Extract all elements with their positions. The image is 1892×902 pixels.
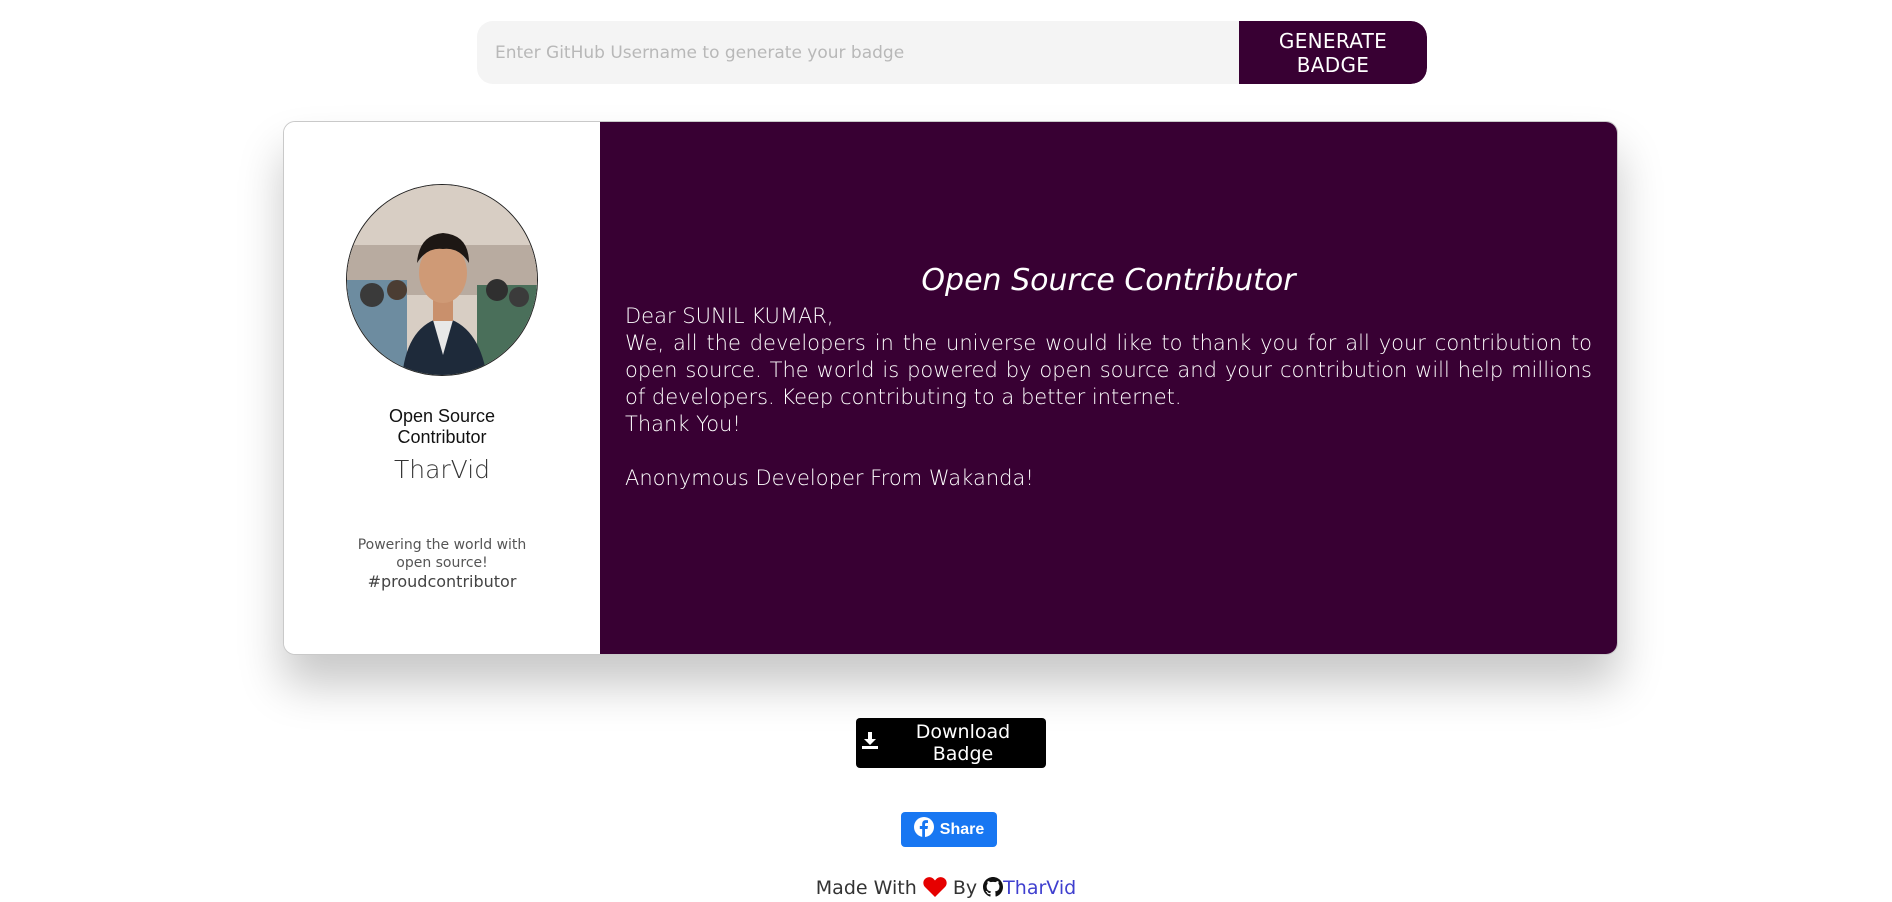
github-icon xyxy=(983,877,1004,902)
thank-you-letter: Dear SUNIL KUMAR, We, all the developers… xyxy=(625,303,1592,492)
search-bar: GENERATE BADGE xyxy=(477,21,1427,84)
share-label: Share xyxy=(939,820,985,838)
contributor-username: TharVid xyxy=(393,455,491,484)
letter-body: We, all the developers in the universe w… xyxy=(625,331,1592,409)
heart-icon xyxy=(923,876,947,902)
badge-right-panel: Open Source Contributor Dear SUNIL KUMAR… xyxy=(600,122,1617,654)
generate-badge-button[interactable]: GENERATE BADGE xyxy=(1239,21,1427,84)
author-link[interactable]: TharVid xyxy=(1003,877,1076,899)
footer: Made With By TharVid xyxy=(0,876,1892,902)
download-badge-button[interactable]: Download Badge xyxy=(856,718,1046,768)
facebook-icon xyxy=(913,817,934,842)
letter-greeting: Dear SUNIL KUMAR, xyxy=(625,304,834,328)
badge-card: Open Source Contributor TharVid Powering… xyxy=(283,121,1618,655)
right-badge-title: Open Source Contributor xyxy=(921,263,1296,298)
download-label: Download Badge xyxy=(915,721,1011,765)
avatar xyxy=(346,184,538,376)
left-badge-title: Open Source Contributor xyxy=(388,406,496,447)
footer-by: By xyxy=(952,877,978,899)
letter-signoff: Anonymous Developer From Wakanda! xyxy=(625,466,1034,490)
letter-thanks: Thank You! xyxy=(625,412,741,436)
tagline: Powering the world with open source! xyxy=(357,537,527,571)
hashtag: #proudcontributor xyxy=(367,572,517,591)
facebook-share-button[interactable]: Share xyxy=(901,812,997,847)
download-icon xyxy=(862,732,878,754)
avatar-image xyxy=(347,185,537,375)
username-input[interactable] xyxy=(477,21,1239,84)
letter-spacer xyxy=(625,438,1592,465)
footer-made-with: Made With xyxy=(815,877,917,899)
badge-left-panel: Open Source Contributor TharVid Powering… xyxy=(284,122,600,654)
